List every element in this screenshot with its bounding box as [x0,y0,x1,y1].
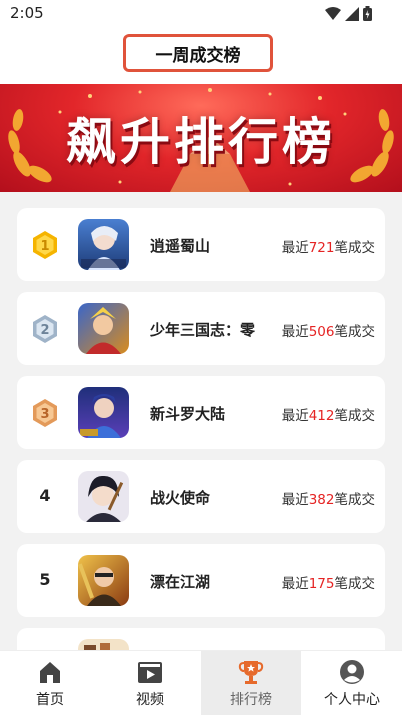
signal-icon [345,6,359,21]
status-icons [325,6,372,21]
xiaoyao-shushan-game-icon [78,219,129,270]
xin-douluo-dalu-game-icon [78,387,129,438]
tab-label: 个人中心 [324,692,380,708]
tab-label: 首页 [36,692,64,708]
game-name: 新斗罗大陆 [150,405,226,423]
trophy-icon [238,661,264,684]
video-icon [138,662,162,683]
page-title: 一周成交榜 [155,45,241,66]
tab-label: 视频 [136,692,164,708]
shaonian-sanguozhi-game-icon [78,303,129,354]
ranking-item[interactable]: 2 少年三国志：零 最近506笔成交 [17,292,385,365]
svg-text:3: 3 [40,407,49,422]
svg-text:1: 1 [40,239,49,254]
silver-medal-icon: 2 [33,315,57,343]
ranking-banner: 飙升排行榜 [0,84,402,192]
home-icon [40,662,60,683]
tab-profile[interactable]: 个人中心 [302,651,402,715]
ranking-item[interactable]: 5 漂在江湖 最近175笔成交 [17,544,385,617]
status-time: 2:05 [10,4,44,22]
ranking-item[interactable]: 1 逍遥蜀山 最近721笔成交 [17,208,385,281]
zhanhuo-shiming-game-icon [78,471,129,522]
game-name: 漂在江湖 [150,573,211,591]
deal-count-text: 最近175笔成交 [281,576,375,592]
deal-count: 175 [308,576,335,592]
tab-home[interactable]: 首页 [0,651,100,715]
rank-number: 5 [39,570,51,589]
svg-text:2: 2 [40,323,49,338]
wifi-icon [325,6,341,20]
status-bar: 2:05 [0,0,402,28]
deal-count-text: 最近506笔成交 [281,324,375,340]
deal-count-text: 最近382笔成交 [281,492,375,508]
deal-count-text: 最近412笔成交 [281,408,375,424]
battery-icon [363,6,372,21]
bottom-tab-bar: 首页 视频 排行榜 个人中心 [0,650,402,715]
game-name: 少年三国志：零 [150,321,256,339]
banner-title: 飙升排行榜 [66,113,336,171]
deal-count: 721 [308,240,335,256]
profile-icon [340,660,364,684]
deal-count: 382 [308,492,335,508]
gold-medal-icon: 1 [33,231,57,259]
game-name: 战火使命 [150,489,211,507]
ranking-item[interactable]: 3 新斗罗大陆 最近412笔成交 [17,376,385,449]
tab-video[interactable]: 视频 [100,651,200,715]
ranking-item[interactable]: 4 战火使命 最近382笔成交 [17,460,385,533]
rank-number: 4 [39,486,51,505]
game-name: 逍遥蜀山 [150,237,211,255]
tab-label: 排行榜 [230,692,272,708]
header: 一周成交榜 [0,28,402,84]
piaozai-jianghu-game-icon [78,555,129,606]
tab-ranking[interactable]: 排行榜 [201,651,301,715]
deal-count: 412 [308,408,335,424]
deal-count: 506 [308,324,335,340]
bronze-medal-icon: 3 [33,399,57,427]
page-title-box: 一周成交榜 [123,34,273,72]
deal-count-text: 最近721笔成交 [281,240,375,256]
